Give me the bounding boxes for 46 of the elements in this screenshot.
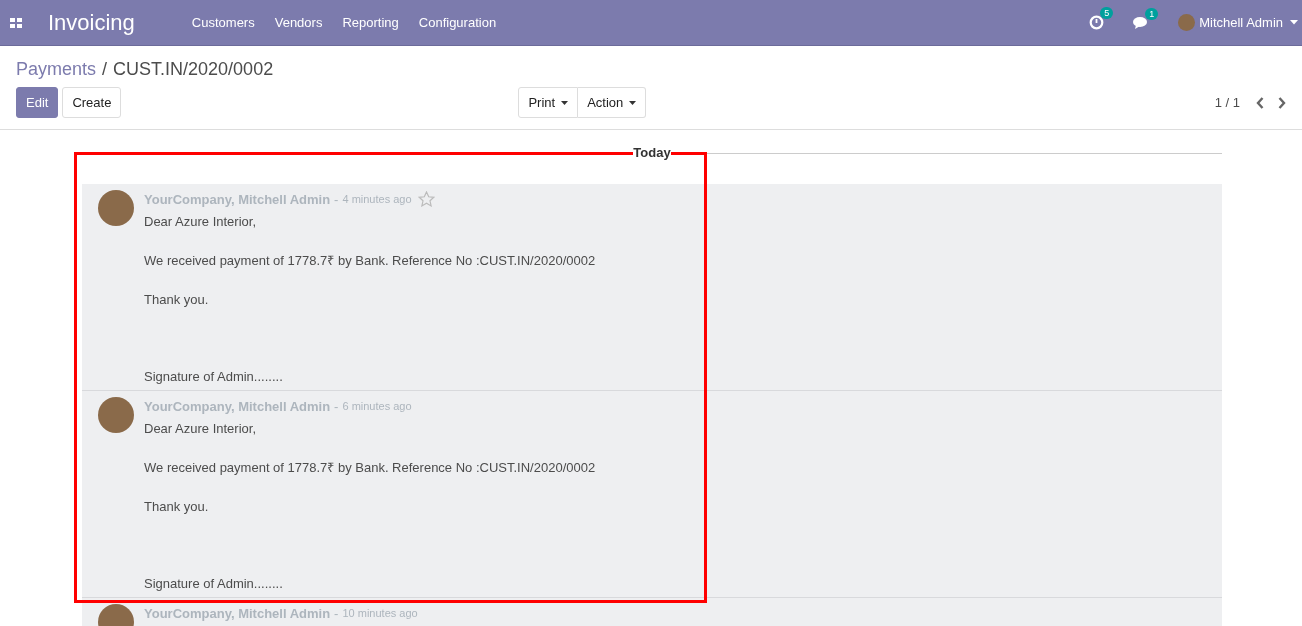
avatar-placeholder	[1178, 14, 1196, 31]
message-text: Dear Azure Interior,	[144, 420, 257, 438]
breadcrumb-separator: /	[102, 59, 108, 80]
breadcrumb-link[interactable]: Payments	[16, 59, 97, 80]
message-signature: Signature of Admin........	[144, 575, 284, 593]
message-time: 4 minutes ago	[342, 193, 412, 205]
caret-icon	[1290, 20, 1298, 25]
avatar-placeholder	[98, 397, 134, 433]
avatar-placeholder	[98, 190, 134, 226]
star-icon[interactable]	[417, 191, 435, 207]
message-author: YourCompany, Mitchell Admin	[144, 191, 331, 207]
count-badge: 1	[1145, 7, 1159, 20]
message-text: Dear Azure Interior,	[144, 213, 257, 231]
separator-dash: -	[334, 605, 339, 621]
menu-item[interactable]: Configuration	[418, 15, 497, 30]
menu-item[interactable]: Vendors	[274, 15, 323, 30]
separator-dash: -	[334, 398, 339, 414]
message-time: 6 minutes ago	[342, 400, 412, 412]
chevron-right-icon[interactable]	[1278, 96, 1286, 109]
breadcrumb-current: CUST.IN/2020/0002	[113, 59, 274, 80]
create-button[interactable]: Create	[62, 87, 122, 118]
message-author: YourCompany, Mitchell Admin	[144, 398, 331, 414]
caret-icon	[561, 100, 569, 105]
user-menu[interactable]: Mitchell Admin	[1199, 15, 1283, 30]
grid-menu-icon[interactable]	[10, 17, 22, 28]
message-signature: Signature of Admin........	[144, 368, 284, 386]
message-time: 10 minutes ago	[342, 607, 418, 619]
date-divider-label: Today	[633, 145, 671, 160]
separator-dash: -	[334, 191, 339, 207]
chevron-left-icon[interactable]	[1256, 96, 1264, 109]
message-text: We received payment of 1778.7₹ by Bank. Reference No :CUST.IN/2020/0002	[144, 252, 596, 270]
pager-value: 1 / 1	[1214, 95, 1240, 110]
menu-item[interactable]: Customers	[191, 15, 255, 30]
edit-button[interactable]: Edit	[16, 87, 59, 118]
caret-icon	[629, 100, 637, 105]
message-author: YourCompany, Mitchell Admin	[144, 605, 331, 621]
menu-item[interactable]: Reporting	[342, 15, 399, 30]
dropdown-button[interactable]: Print	[518, 87, 579, 118]
clock-icon[interactable]	[1089, 15, 1105, 30]
message-text: Thank you.	[144, 291, 210, 309]
chat-icon[interactable]	[1133, 15, 1150, 30]
message-text: Thank you.	[144, 498, 210, 516]
app-title[interactable]: Invoicing	[48, 9, 135, 36]
dropdown-button[interactable]: Action	[578, 87, 647, 118]
message-text: We received payment of 1778.7₹ by Bank. Reference No :CUST.IN/2020/0002	[144, 459, 596, 477]
count-badge: 5	[1100, 7, 1114, 19]
